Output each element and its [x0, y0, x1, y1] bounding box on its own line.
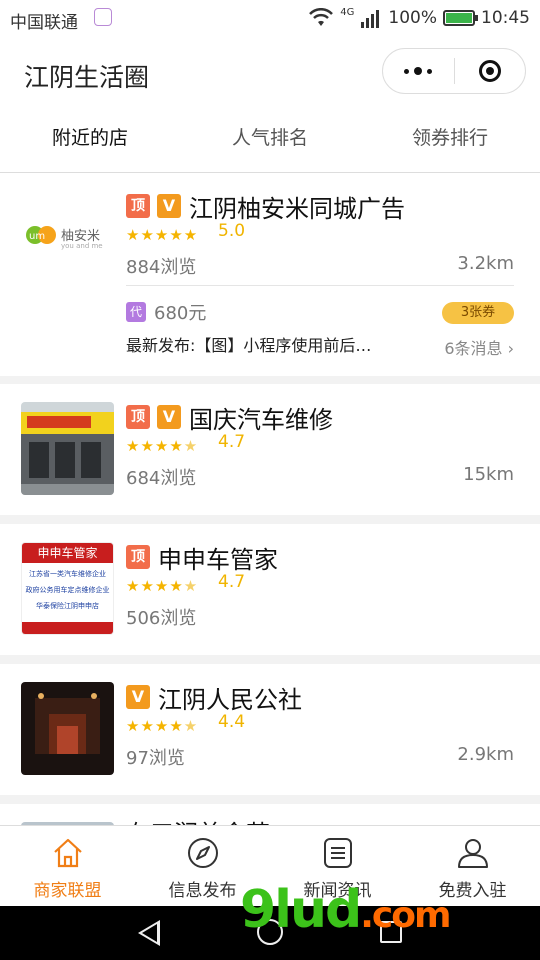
- proxy-badge: 代: [126, 302, 146, 322]
- shop-card[interactable]: 顶 V 国庆汽车维修 ★★★★★ 4.7 684浏览 15km: [0, 384, 540, 515]
- shop-list: um 柚安米 you and me 顶 V 江阴柚安米同城广告 ★★★★★ 5.…: [0, 173, 540, 825]
- watermark-brand: 9lud: [240, 880, 362, 940]
- miniprogram-capsule: [382, 48, 526, 94]
- distance: 3.2km: [457, 253, 514, 274]
- compass-icon: [187, 838, 218, 868]
- star-rating-icon: ★★★★★: [126, 717, 199, 735]
- tabbar-label: 商家联盟: [33, 881, 102, 901]
- wifi-icon: [309, 8, 334, 26]
- shop-card[interactable]: 有三润美食苑: [0, 804, 540, 825]
- carrier-label: 中国联通: [10, 13, 78, 33]
- clock: 10:45: [481, 8, 530, 28]
- card-divider: [126, 285, 514, 286]
- shop-thumbnail: [21, 682, 114, 775]
- back-icon[interactable]: [138, 920, 160, 946]
- rating-value: 4.7: [218, 432, 246, 452]
- shop-name[interactable]: 申申车管家: [158, 540, 278, 575]
- view-count: 884浏览: [126, 257, 197, 278]
- shop-card[interactable]: um 柚安米 you and me 顶 V 江阴柚安米同城广告 ★★★★★ 5.…: [0, 173, 540, 376]
- thumb-line: 政府公务用车定点维修企业: [25, 586, 110, 594]
- top-badge: 顶: [126, 405, 150, 429]
- view-count: 684浏览: [126, 468, 197, 489]
- battery-percent: 100%: [388, 8, 437, 28]
- home-icon: [53, 838, 82, 868]
- signal-icon: [361, 10, 380, 28]
- site-watermark: 9lud.com: [240, 880, 452, 940]
- page-title: 江阴生活圈: [24, 63, 150, 92]
- tab-nearby[interactable]: 附近的店: [0, 110, 180, 172]
- thumb-brand-subtext: you and me: [61, 242, 103, 250]
- restaurant-photo: [21, 682, 114, 775]
- thumb-footer: [22, 622, 113, 634]
- svg-text:um: um: [29, 231, 45, 242]
- shop-card[interactable]: 申申车管家 江苏省一类汽车维修企业 政府公务用车定点维修企业 华泰保险江阴申申店…: [0, 524, 540, 655]
- verified-badge: V: [157, 405, 181, 429]
- star-rating-icon: ★★★★★: [126, 577, 199, 595]
- messages-count: 6条消息: [444, 339, 503, 358]
- close-miniprogram-button[interactable]: [455, 60, 526, 82]
- rating-value: 4.4: [218, 712, 246, 732]
- shop-name[interactable]: 江阴人民公社: [158, 680, 302, 715]
- more-button[interactable]: [383, 67, 454, 75]
- thumb-line: 华泰保险江阴申申店: [36, 602, 99, 610]
- view-count: 97浏览: [126, 748, 185, 769]
- network-type-label: 4G: [340, 6, 355, 18]
- top-badge: 顶: [126, 545, 150, 569]
- star-rating-icon: ★★★★★: [126, 437, 199, 455]
- verified-badge: V: [157, 194, 181, 218]
- battery-level-fill: [446, 13, 472, 23]
- coupon-badge[interactable]: 3张券: [442, 302, 514, 324]
- thumb-title: 申申车管家: [22, 543, 113, 563]
- target-icon: [478, 60, 501, 82]
- price-label: 680元: [154, 303, 207, 324]
- star-rating-icon: ★★★★★: [126, 226, 199, 244]
- latest-post[interactable]: 最新发布:【图】小程序使用前后…: [126, 332, 402, 356]
- shop-name[interactable]: 有三润美食苑: [126, 814, 270, 825]
- view-count: 506浏览: [126, 608, 197, 629]
- news-icon: [323, 838, 352, 868]
- rating-value: 5.0: [218, 221, 246, 241]
- sim-icon: [94, 8, 112, 26]
- top-badge: 顶: [126, 194, 150, 218]
- shop-thumbnail: 申申车管家 江苏省一类汽车维修企业 政府公务用车定点维修企业 华泰保险江阴申申店: [21, 542, 114, 635]
- thumb-line: 江苏省一类汽车维修企业: [29, 570, 106, 578]
- shop-thumbnail: um 柚安米 you and me: [21, 187, 114, 280]
- shop-name[interactable]: 江阴柚安米同城广告: [189, 189, 405, 224]
- shop-name[interactable]: 国庆汽车维修: [189, 400, 333, 435]
- garage-photo: [21, 402, 114, 495]
- status-bar: 中国联通 4G 100% 10:45: [0, 0, 540, 36]
- nav-bar: 江阴生活圈: [0, 36, 540, 110]
- top-tabs: 附近的店 人气排名 领券排行: [0, 110, 540, 173]
- tab-popularity[interactable]: 人气排名: [180, 110, 360, 172]
- user-icon: [457, 839, 488, 868]
- chevron-right-icon: ›: [507, 339, 514, 358]
- tabbar-label: 信息发布: [168, 881, 237, 901]
- distance: 15km: [463, 464, 514, 485]
- tab-coupons[interactable]: 领券排行: [360, 110, 540, 172]
- shop-thumbnail: [21, 402, 114, 495]
- shop-card[interactable]: V 江阴人民公社 ★★★★★ 4.4 97浏览 2.9km: [0, 664, 540, 795]
- tabbar-merchant-alliance[interactable]: 商家联盟: [0, 826, 135, 907]
- battery-icon: [443, 10, 478, 26]
- verified-badge: V: [126, 685, 150, 709]
- distance: 2.9km: [457, 744, 514, 765]
- rating-value: 4.7: [218, 572, 246, 592]
- messages-link[interactable]: 6条消息 ›: [444, 335, 514, 359]
- watermark-suffix: .com: [360, 895, 451, 936]
